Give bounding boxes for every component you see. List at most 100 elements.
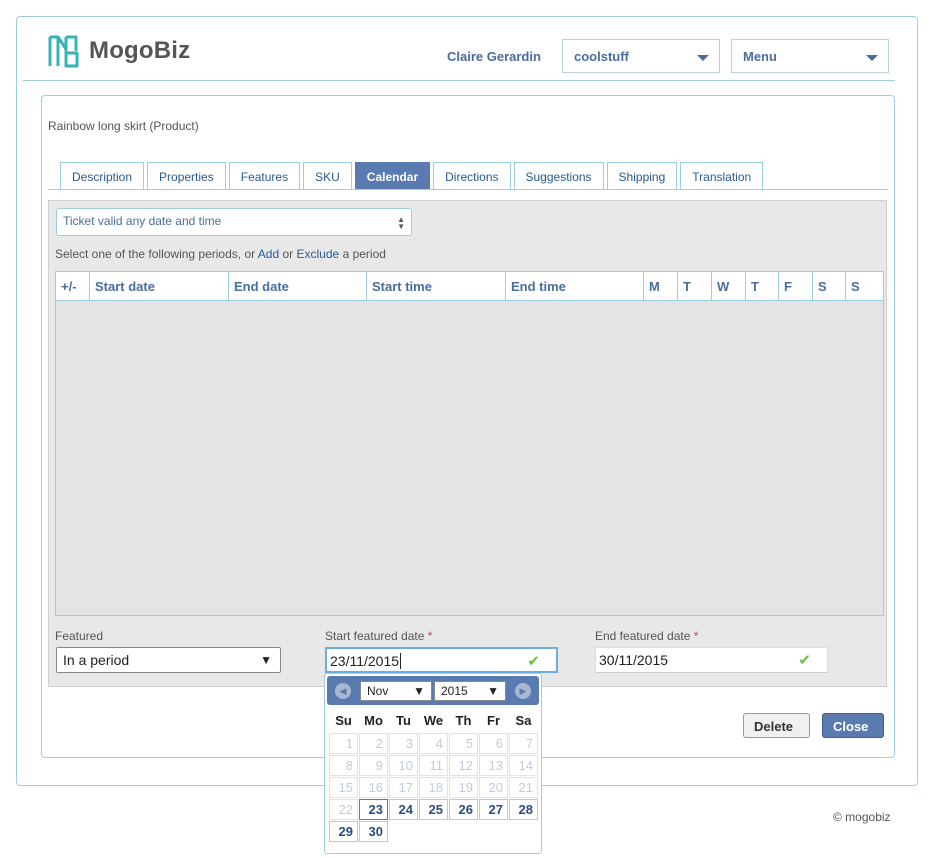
empty-day-cell bbox=[479, 821, 508, 842]
disabled-day-cell: 5 bbox=[449, 733, 478, 754]
mogobiz-logo-icon bbox=[48, 35, 79, 68]
col-friday[interactable]: F bbox=[779, 272, 813, 300]
week-row: 1234567 bbox=[329, 733, 538, 754]
disabled-day-cell: 9 bbox=[359, 755, 388, 776]
disabled-day-cell: 2 bbox=[359, 733, 388, 754]
col-saturday[interactable]: S bbox=[813, 272, 846, 300]
day-cell[interactable]: 25 bbox=[419, 799, 448, 820]
end-featured-date-input[interactable]: 30/11/2015 ✔ bbox=[595, 647, 828, 673]
exclude-period-link[interactable]: Exclude bbox=[297, 247, 340, 261]
disabled-day-cell: 8 bbox=[329, 755, 358, 776]
col-start-time[interactable]: Start time bbox=[367, 272, 506, 300]
copyright: © mogobiz bbox=[833, 810, 891, 824]
month-select[interactable]: Nov ▼ bbox=[360, 681, 432, 701]
weekday-label: Sa bbox=[515, 713, 532, 728]
disabled-day-cell: 13 bbox=[479, 755, 508, 776]
week-row: 15 16 17 18 19 20 21 bbox=[329, 777, 538, 798]
tabs-divider bbox=[48, 189, 888, 190]
tab-description[interactable]: Description bbox=[60, 162, 145, 190]
disabled-day-cell: 10 bbox=[389, 755, 418, 776]
disabled-day-cell: 15 bbox=[329, 777, 358, 798]
next-month-icon[interactable]: ▶ bbox=[515, 683, 531, 699]
dropdown-triangle-icon: ▼ bbox=[260, 653, 272, 667]
tab-features[interactable]: Features bbox=[228, 162, 301, 190]
col-sunday[interactable]: S bbox=[846, 272, 880, 300]
col-monday[interactable]: M bbox=[644, 272, 678, 300]
dropdown-triangle-icon: ▼ bbox=[413, 684, 425, 698]
col-thursday[interactable]: T bbox=[746, 272, 779, 300]
product-panel: Rainbow long skirt (Product) Description… bbox=[41, 95, 895, 758]
close-button[interactable]: Close bbox=[822, 713, 884, 738]
tab-shipping[interactable]: Shipping bbox=[606, 162, 678, 190]
weekday-header: Su Mo Tu We Th Fr Sa bbox=[329, 710, 538, 732]
disabled-day-cell: 18 bbox=[419, 777, 448, 798]
tab-calendar[interactable]: Calendar bbox=[354, 162, 431, 190]
day-cell[interactable]: 24 bbox=[389, 799, 418, 820]
store-select-value: coolstuff bbox=[574, 49, 629, 64]
periods-or: or bbox=[282, 247, 294, 261]
product-title: Rainbow long skirt (Product) bbox=[48, 119, 199, 133]
disabled-day-cell: 6 bbox=[479, 733, 508, 754]
weekday-label: Fr bbox=[487, 713, 500, 728]
weekday-label: Mo bbox=[364, 713, 383, 728]
periods-table: +/- Start date End date Start time End t… bbox=[55, 271, 884, 616]
disabled-day-cell: 12 bbox=[449, 755, 478, 776]
disabled-day-cell: 17 bbox=[389, 777, 418, 798]
dropdown-triangle-icon: ▼ bbox=[487, 684, 499, 698]
header-divider bbox=[23, 80, 895, 81]
empty-day-cell bbox=[419, 821, 448, 842]
end-featured-label-text: End featured date bbox=[595, 629, 691, 643]
day-cell[interactable]: 28 bbox=[509, 799, 538, 820]
col-wednesday[interactable]: W bbox=[712, 272, 746, 300]
prev-month-icon[interactable]: ◀ bbox=[335, 683, 351, 699]
day-cell[interactable]: 29 bbox=[329, 821, 358, 842]
ticket-validity-select[interactable]: Ticket valid any date and time ▲ ▼ bbox=[56, 208, 412, 236]
day-cell[interactable]: 27 bbox=[479, 799, 508, 820]
tab-bar: Description Properties Features SKU Cale… bbox=[60, 162, 764, 190]
weekday-label: Tu bbox=[396, 713, 411, 728]
calendar-content: Ticket valid any date and time ▲ ▼ Select… bbox=[48, 200, 887, 687]
col-end-date[interactable]: End date bbox=[229, 272, 367, 300]
menu-select[interactable]: Menu bbox=[731, 39, 889, 73]
col-start-date[interactable]: Start date bbox=[90, 272, 229, 300]
end-featured-date-value: 30/11/2015 bbox=[599, 652, 669, 668]
year-select-value: 2015 bbox=[441, 684, 468, 698]
col-tuesday[interactable]: T bbox=[678, 272, 712, 300]
day-cell[interactable]: 26 bbox=[449, 799, 478, 820]
col-add-remove[interactable]: +/- bbox=[56, 272, 90, 300]
day-cell[interactable]: 30 bbox=[359, 821, 388, 842]
featured-select[interactable]: In a period ▼ bbox=[56, 647, 281, 673]
delete-button[interactable]: Delete bbox=[743, 713, 810, 738]
start-featured-date-value: 23/11/2015 bbox=[330, 653, 400, 669]
user-name[interactable]: Claire Gerardin bbox=[447, 49, 541, 64]
start-featured-date-input[interactable]: 23/11/2015 ✔ bbox=[325, 647, 558, 673]
tab-translation[interactable]: Translation bbox=[680, 162, 764, 190]
year-select[interactable]: 2015 ▼ bbox=[434, 681, 506, 701]
disabled-day-cell: 11 bbox=[419, 755, 448, 776]
logo[interactable]: MogoBiz bbox=[47, 33, 190, 69]
periods-prefix: Select one of the following periods, or bbox=[55, 247, 256, 261]
tab-directions[interactable]: Directions bbox=[433, 162, 511, 190]
store-select[interactable]: coolstuff bbox=[562, 39, 720, 73]
add-period-link[interactable]: Add bbox=[258, 247, 279, 261]
disabled-day-cell: 19 bbox=[449, 777, 478, 798]
empty-day-cell bbox=[449, 821, 478, 842]
weekday-label: Th bbox=[455, 713, 472, 728]
weekday-label: Su bbox=[335, 713, 352, 728]
disabled-day-cell: 20 bbox=[479, 777, 508, 798]
col-end-time[interactable]: End time bbox=[506, 272, 644, 300]
day-cell[interactable]: 23 bbox=[359, 799, 388, 820]
disabled-day-cell: 4 bbox=[419, 733, 448, 754]
disabled-day-cell: 21 bbox=[509, 777, 538, 798]
chevron-down-icon bbox=[697, 55, 709, 61]
logo-text: MogoBiz bbox=[89, 37, 191, 64]
empty-day-cell bbox=[389, 821, 418, 842]
tab-properties[interactable]: Properties bbox=[147, 162, 226, 190]
app-frame: MogoBiz Claire Gerardin coolstuff Menu R… bbox=[16, 16, 918, 786]
date-picker-grid: Su Mo Tu We Th Fr Sa 1 2 3 4 5 6 7 8 9 10 11 12 13 14 15 16 17 1… bbox=[329, 710, 538, 843]
tab-suggestions[interactable]: Suggestions bbox=[513, 162, 604, 190]
tab-sku[interactable]: SKU bbox=[303, 162, 352, 190]
featured-label: Featured bbox=[55, 629, 104, 643]
date-picker-header: ◀ Nov ▼ 2015 ▼ ▶ bbox=[327, 676, 539, 705]
periods-suffix: a period bbox=[342, 247, 386, 261]
